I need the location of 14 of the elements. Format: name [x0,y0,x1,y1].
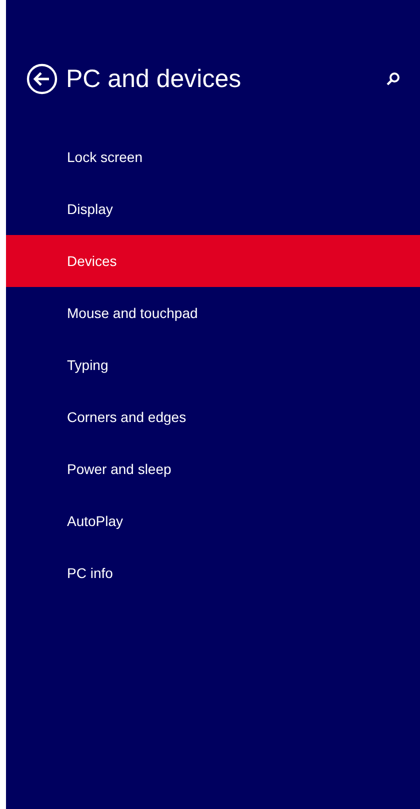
menu-item[interactable]: Lock screen [6,131,420,183]
back-button[interactable] [26,63,58,95]
menu-item[interactable]: Display [6,183,420,235]
menu-item[interactable]: Devices [6,235,420,287]
back-icon [26,63,58,95]
search-icon [386,72,400,86]
menu-item[interactable]: Typing [6,339,420,391]
page-title: PC and devices [66,64,242,94]
menu-item[interactable]: PC info [6,547,420,599]
menu-item[interactable]: AutoPlay [6,495,420,547]
menu-item[interactable]: Mouse and touchpad [6,287,420,339]
menu-item[interactable]: Corners and edges [6,391,420,443]
search-button[interactable] [386,72,400,86]
menu-item[interactable]: Power and sleep [6,443,420,495]
